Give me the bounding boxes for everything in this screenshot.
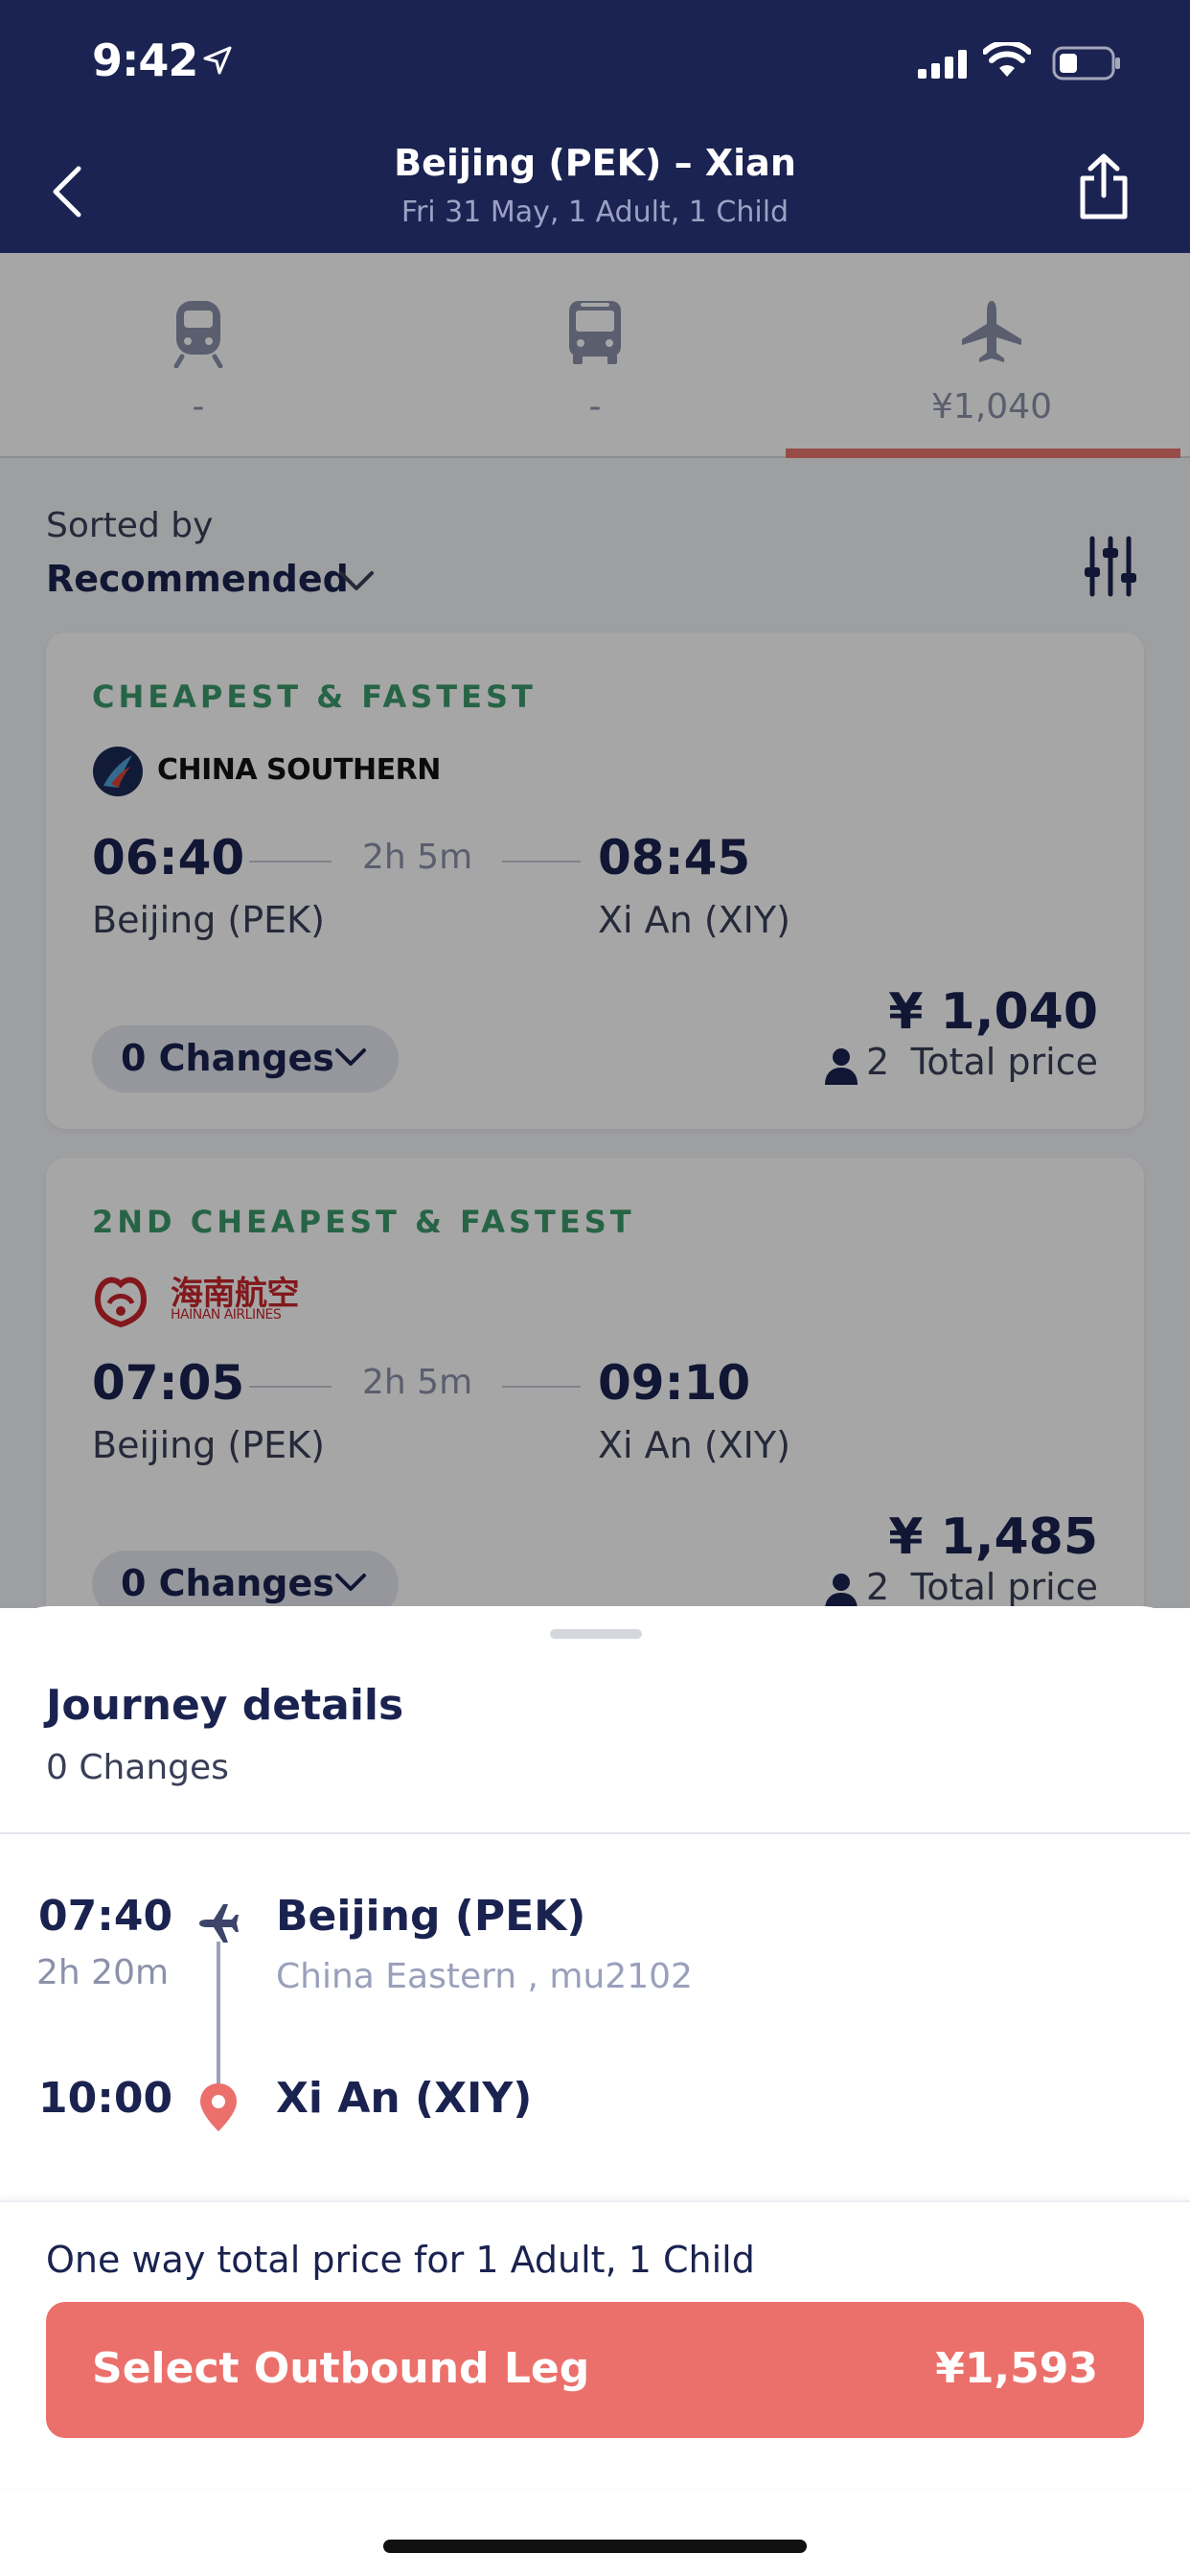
select-outbound-price: ¥1,593: [935, 2344, 1098, 2393]
page-subtitle: Fri 31 May, 1 Adult, 1 Child: [400, 196, 790, 229]
modal-backdrop[interactable]: [0, 253, 1190, 1608]
select-outbound-label: Select Outbound Leg: [92, 2344, 590, 2393]
status-bar: 9:42: [0, 0, 1190, 126]
leg-duration: 2h 20m: [36, 1953, 170, 1992]
leg-carrier-flight: China Eastern , mu2102: [276, 1957, 693, 1996]
sheet-grabber[interactable]: [550, 1629, 642, 1639]
leg-arrival-time: 10:00: [38, 2074, 173, 2123]
app-header: 9:42 Beijing (PEK) – Xian Fri 31 May, 1 …: [0, 0, 1190, 253]
wifi-icon: [983, 42, 1031, 77]
plane-icon: [199, 1904, 239, 1943]
location-pin-icon: [200, 2083, 237, 2131]
journey-details-sheet: Journey details 0 Changes 07:40 2h 20m B…: [0, 1606, 1190, 2576]
leg-connector-line: [217, 1942, 220, 2087]
home-indicator[interactable]: [383, 2540, 807, 2553]
price-note: One way total price for 1 Adult, 1 Child: [46, 2239, 755, 2281]
location-arrow-icon: [203, 46, 232, 75]
share-icon[interactable]: [1077, 153, 1131, 220]
sheet-changes: 0 Changes: [46, 1748, 229, 1787]
leg-departure-city: Beijing (PEK): [276, 1892, 586, 1941]
leg-arrival-city: Xi An (XIY): [276, 2074, 533, 2123]
page-title: Beijing (PEK) – Xian: [394, 142, 796, 184]
cellular-signal-icon: [918, 50, 967, 79]
sheet-footer: One way total price for 1 Adult, 1 Child…: [0, 2200, 1190, 2488]
sheet-title: Journey details: [46, 1681, 404, 1730]
status-time: 9:42: [92, 34, 198, 86]
divider: [0, 1832, 1190, 1834]
battery-icon: [1052, 46, 1120, 80]
select-outbound-button[interactable]: Select Outbound Leg ¥1,593: [46, 2302, 1144, 2438]
leg-departure-time: 07:40: [38, 1892, 173, 1941]
